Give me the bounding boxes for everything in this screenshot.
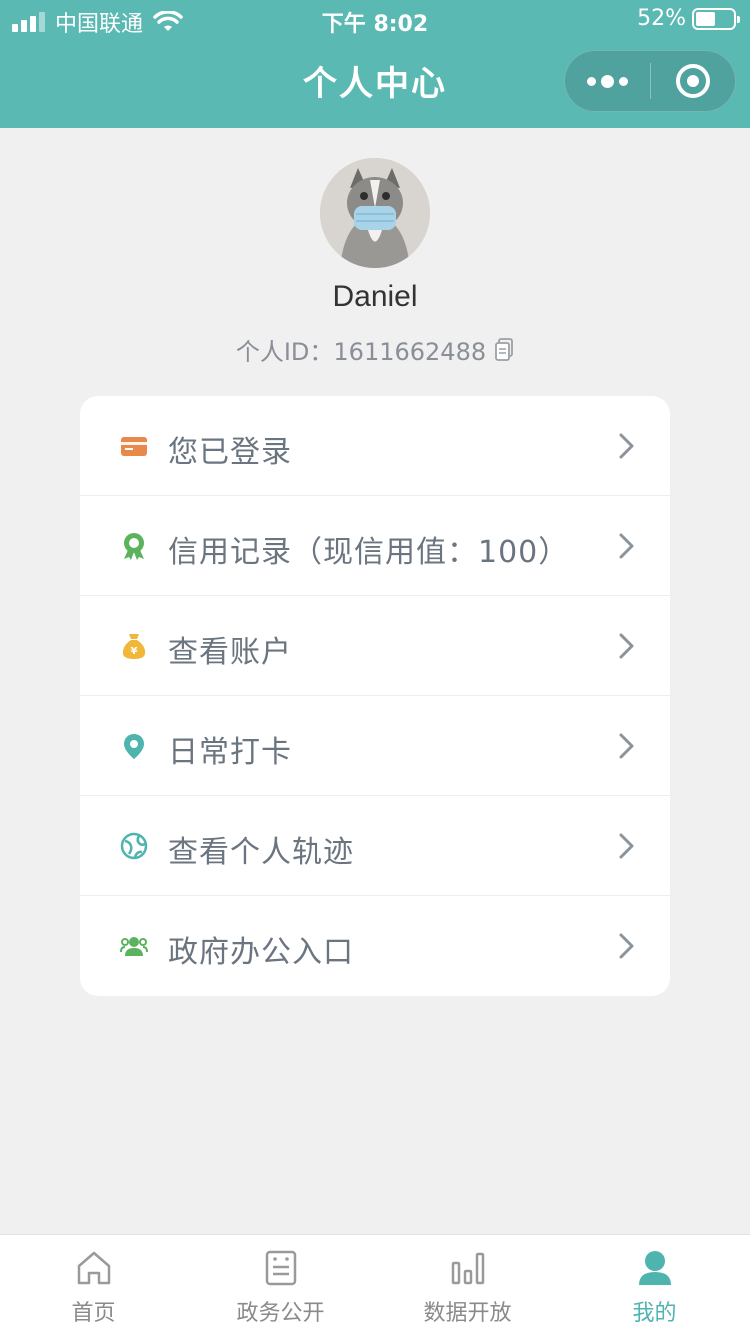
user-icon bbox=[639, 1251, 671, 1285]
menu-item-government-office[interactable]: 政府办公入口 bbox=[80, 896, 670, 996]
chevron-right-icon bbox=[619, 833, 634, 859]
menu-card: 您已登录 信用记录（现信用值：100） ¥ 查看账户 日常打卡 查看个人轨迹 政… bbox=[80, 396, 670, 996]
chevron-right-icon bbox=[619, 433, 634, 459]
menu-item-personal-track[interactable]: 查看个人轨迹 bbox=[80, 796, 670, 896]
money-bag-icon: ¥ bbox=[122, 634, 146, 659]
top-bar: 中国联通 下午 8:02 52% 个人中心 bbox=[0, 0, 750, 128]
status-bar: 中国联通 下午 8:02 52% bbox=[0, 0, 750, 42]
menu-item-label: 查看个人轨迹 bbox=[168, 835, 354, 870]
more-options-button[interactable] bbox=[565, 51, 650, 111]
tab-label: 我的 bbox=[632, 1301, 677, 1326]
menu-item-label: 信用记录（现信用值：100） bbox=[168, 535, 570, 570]
group-icon bbox=[120, 937, 148, 956]
bottom-tab-bar: 首页 政务公开 数据开放 我的 bbox=[0, 1234, 750, 1334]
tab-government-affairs[interactable]: 政务公开 bbox=[187, 1235, 374, 1334]
copy-icon[interactable] bbox=[494, 337, 514, 362]
close-mini-program-button[interactable] bbox=[651, 51, 736, 111]
user-id-row: 个人ID：1611662488 bbox=[0, 332, 750, 367]
tab-open-data[interactable]: 数据开放 bbox=[374, 1235, 561, 1334]
chevron-right-icon bbox=[619, 733, 634, 759]
menu-item-login-status[interactable]: 您已登录 bbox=[80, 396, 670, 496]
tab-mine[interactable]: 我的 bbox=[561, 1235, 748, 1334]
tab-home[interactable]: 首页 bbox=[0, 1235, 187, 1334]
status-right: 52% bbox=[637, 6, 740, 31]
chevron-right-icon bbox=[619, 533, 634, 559]
bar-chart-icon bbox=[451, 1252, 485, 1285]
user-name: Daniel bbox=[332, 280, 418, 313]
menu-item-label: 您已登录 bbox=[168, 435, 292, 470]
tab-label: 政务公开 bbox=[236, 1301, 325, 1326]
avatar[interactable] bbox=[320, 158, 430, 268]
battery-percent: 52% bbox=[637, 6, 686, 31]
menu-item-label: 日常打卡 bbox=[168, 735, 292, 770]
menu-item-label: 政府办公入口 bbox=[168, 935, 354, 970]
chevron-right-icon bbox=[619, 633, 634, 659]
chevron-right-icon bbox=[619, 933, 634, 959]
badge-icon bbox=[124, 533, 144, 560]
menu-item-view-account[interactable]: ¥ 查看账户 bbox=[80, 596, 670, 696]
menu-item-label: 查看账户 bbox=[168, 635, 292, 670]
target-icon bbox=[675, 64, 710, 98]
cat-avatar-image bbox=[320, 158, 430, 268]
card-icon bbox=[121, 437, 147, 456]
user-id: 个人ID：1611662488 bbox=[235, 338, 487, 366]
menu-item-credit-record[interactable]: 信用记录（现信用值：100） bbox=[80, 496, 670, 596]
battery-icon bbox=[692, 7, 740, 30]
globe-icon bbox=[120, 832, 148, 860]
tab-label: 数据开放 bbox=[423, 1301, 512, 1326]
tab-label: 首页 bbox=[71, 1301, 116, 1326]
svg-text:¥: ¥ bbox=[131, 646, 138, 657]
mini-program-capsule bbox=[564, 50, 736, 112]
home-icon bbox=[77, 1251, 111, 1285]
location-pin-icon bbox=[124, 734, 144, 759]
menu-item-daily-checkin[interactable]: 日常打卡 bbox=[80, 696, 670, 796]
document-icon bbox=[265, 1250, 297, 1286]
